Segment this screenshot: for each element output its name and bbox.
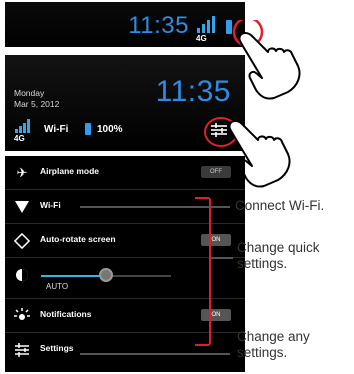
battery-icon <box>85 123 91 135</box>
brightness-knob[interactable] <box>99 268 113 282</box>
brightness-icon <box>16 269 28 281</box>
brightness-slider[interactable] <box>41 268 171 282</box>
callout-line-settings <box>80 353 230 355</box>
notifications-label: Notifications <box>40 309 92 319</box>
status-time: 11:35 <box>128 12 189 39</box>
callout-connect-wifi: Connect Wi-Fi. <box>235 198 324 214</box>
brightness-fill <box>41 275 106 277</box>
quick-settings-bracket <box>195 197 211 346</box>
callout-change-any-line1: Change any <box>237 329 310 344</box>
day-label: Monday <box>14 88 45 98</box>
airplane-mode-row[interactable]: ✈ Airplane mode OFF <box>5 156 245 190</box>
notification-header-panel: Monday Mar 5, 2012 11:35 4G Wi-Fi 100% <box>5 55 245 151</box>
status-bar[interactable]: 11:35 4G <box>5 2 245 47</box>
rotate-icon <box>13 232 31 250</box>
callout-change-quick-line2: settings. <box>237 256 288 271</box>
signal-icon <box>197 16 219 33</box>
settings-label: Settings <box>40 343 74 353</box>
callout-change-quick: Change quick settings. <box>237 240 320 272</box>
auto-rotate-label: Auto-rotate screen <box>40 234 116 244</box>
date-label: Mar 5, 2012 <box>14 99 60 109</box>
callout-line-quick <box>211 257 233 259</box>
wifi-icon <box>15 201 29 213</box>
airplane-mode-label: Airplane mode <box>40 166 100 176</box>
callout-line-wifi <box>80 206 230 208</box>
airplane-icon: ✈ <box>16 165 28 180</box>
signal-icon <box>15 119 33 133</box>
notification-header: Monday Mar 5, 2012 11:35 4G Wi-Fi 100% <box>5 55 245 151</box>
wifi-label: Wi-Fi <box>40 200 61 210</box>
status-bar-panel: 11:35 4G <box>5 2 245 47</box>
airplane-mode-toggle[interactable]: OFF <box>201 166 231 178</box>
notifications-icon <box>14 308 30 320</box>
battery-percent: 100% <box>97 124 123 135</box>
callout-change-any-line2: settings. <box>237 345 288 360</box>
callout-change-quick-line1: Change quick <box>237 240 320 255</box>
wifi-status-label: Wi-Fi <box>44 124 69 135</box>
settings-sliders-icon <box>15 343 29 357</box>
callout-change-any: Change any settings. <box>237 329 310 361</box>
header-time: 11:35 <box>155 75 231 108</box>
network-type-label: 4G <box>196 34 207 43</box>
brightness-auto-label[interactable]: AUTO <box>46 282 68 291</box>
callout-connect-wifi-text: Connect Wi-Fi. <box>235 198 325 213</box>
date-display: Monday Mar 5, 2012 <box>14 88 59 110</box>
network-type-label: 4G <box>14 134 25 143</box>
